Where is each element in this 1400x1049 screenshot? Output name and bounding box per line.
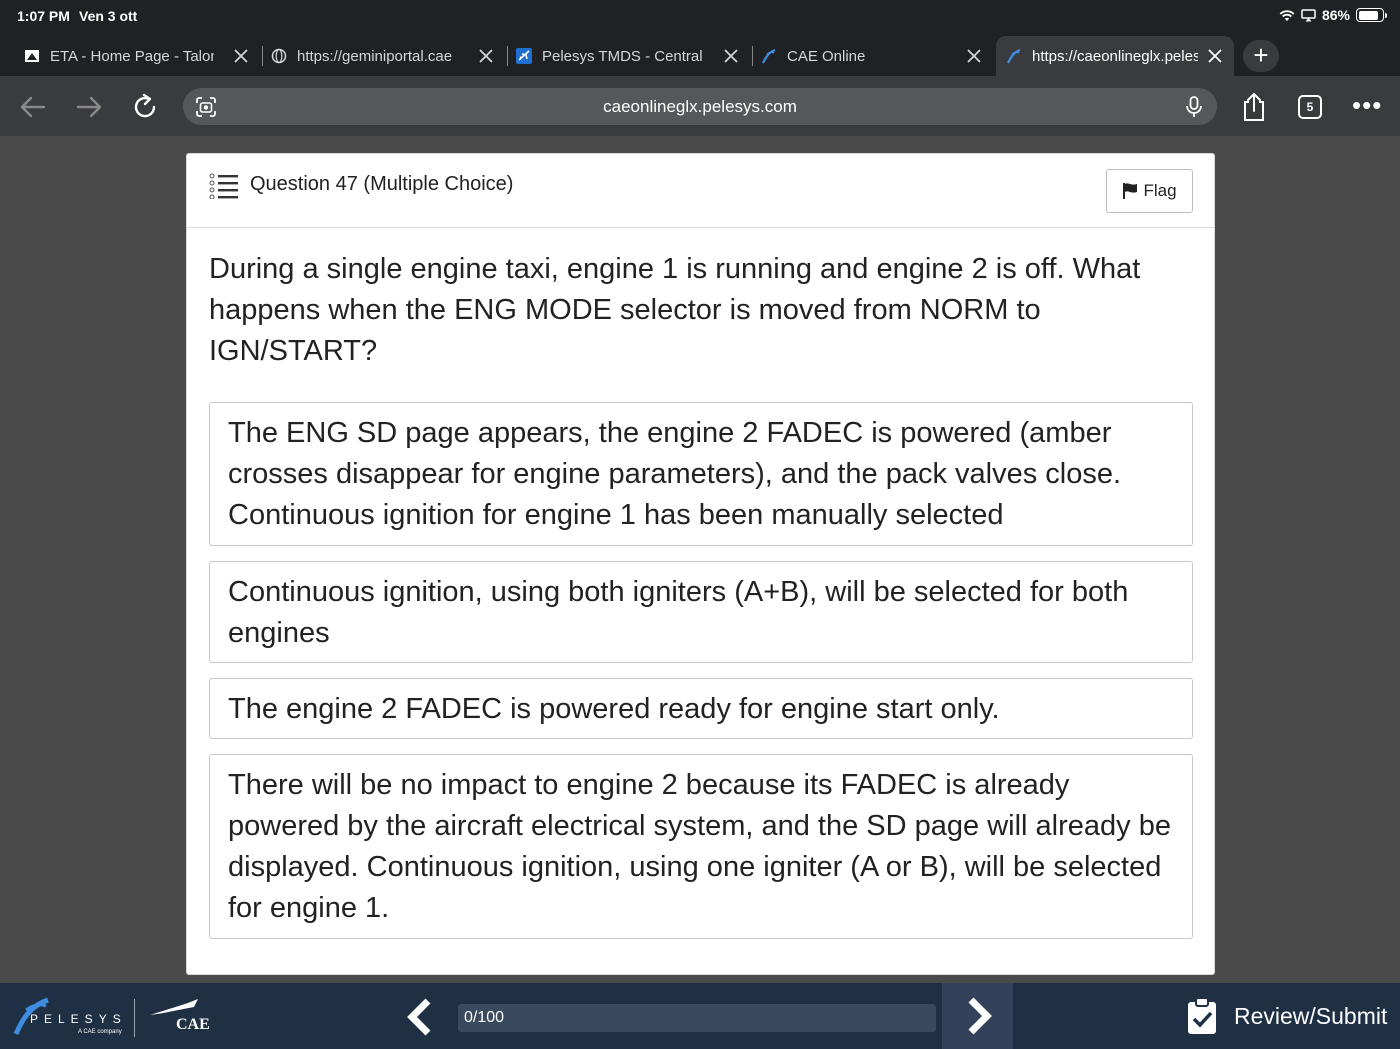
answer-option-2[interactable]: Continuous ignition, using both igniters… bbox=[209, 561, 1193, 663]
tab-pelesys-tmds[interactable]: Pelesys TMDS - Central bbox=[516, 36, 753, 76]
address-bar[interactable]: caeonlineglx.pelesys.com bbox=[183, 88, 1217, 125]
tab-title: ETA - Home Page - Talon bbox=[50, 47, 214, 65]
cae-wordmark: CAE bbox=[176, 1016, 210, 1033]
tab-eta-home[interactable]: ETA - Home Page - Talon bbox=[24, 36, 263, 76]
new-tab-button[interactable]: + bbox=[1243, 40, 1279, 72]
tab-divider bbox=[506, 46, 508, 66]
answer-option-3[interactable]: The engine 2 FADEC is powered ready for … bbox=[209, 678, 1193, 739]
question-header: Question 47 (Multiple Choice) Flag bbox=[187, 154, 1214, 228]
previous-question-button[interactable] bbox=[400, 995, 440, 1039]
status-time: 1:07 PM bbox=[17, 8, 70, 24]
flag-button[interactable]: Flag bbox=[1106, 169, 1193, 213]
close-icon[interactable] bbox=[963, 45, 985, 67]
pelesys-wordmark: PELESYS bbox=[30, 1012, 127, 1026]
battery-icon bbox=[1356, 8, 1387, 22]
tab-cae-online[interactable]: CAE Online bbox=[761, 36, 993, 76]
close-icon[interactable] bbox=[230, 45, 252, 67]
cae-logo: CAE bbox=[148, 997, 212, 1037]
tab-divider bbox=[751, 46, 753, 66]
pelesys-icon bbox=[761, 48, 777, 64]
question-card: Question 47 (Multiple Choice) Flag Durin… bbox=[186, 153, 1215, 975]
pelesys-tagline: A CAE company bbox=[78, 1029, 122, 1035]
close-icon[interactable] bbox=[475, 45, 497, 67]
tab-count-button[interactable]: 5 bbox=[1298, 95, 1322, 119]
question-list-icon[interactable] bbox=[209, 173, 239, 199]
cae-swoosh-icon bbox=[150, 999, 198, 1015]
review-submit-button[interactable]: Review/Submit bbox=[1180, 983, 1400, 1049]
home-page-icon bbox=[24, 48, 40, 64]
logo-divider bbox=[134, 999, 135, 1037]
tab-title: CAE Online bbox=[787, 47, 866, 65]
forward-arrow-icon[interactable] bbox=[74, 92, 104, 122]
clipboard-check-icon bbox=[1188, 997, 1216, 1034]
tab-caeonlineglx[interactable]: https://caeonlineglx.pelesys.com bbox=[996, 36, 1234, 76]
browser-chrome: 1:07 PM Ven 3 ott 86% ETA - Home Page - … bbox=[0, 0, 1400, 136]
tab-strip: ETA - Home Page - Talon https://geminipo… bbox=[0, 36, 1400, 76]
answer-option-4[interactable]: There will be no impact to engine 2 beca… bbox=[209, 754, 1193, 939]
back-arrow-icon[interactable] bbox=[18, 92, 48, 122]
url-text: caeonlineglx.pelesys.com bbox=[603, 97, 797, 116]
close-icon[interactable] bbox=[720, 45, 742, 67]
status-icons: 86% bbox=[1279, 7, 1387, 23]
flag-label: Flag bbox=[1143, 181, 1177, 200]
tab-geminiportal[interactable]: https://geminiportal.cae bbox=[271, 36, 508, 76]
progress-label: 0/100 bbox=[464, 1009, 505, 1026]
tab-title: Pelesys TMDS - Central bbox=[542, 47, 703, 65]
answer-option-1[interactable]: The ENG SD page appears, the engine 2 FA… bbox=[209, 402, 1193, 546]
reload-icon[interactable] bbox=[130, 92, 160, 122]
chevron-right-icon bbox=[968, 997, 992, 1035]
share-icon[interactable] bbox=[1240, 91, 1268, 123]
tab-title: https://geminiportal.cae bbox=[297, 47, 453, 65]
battery-percent: 86% bbox=[1321, 7, 1350, 23]
airplane-icon bbox=[516, 48, 532, 64]
status-date: Ven 3 ott bbox=[79, 8, 138, 24]
question-text: During a single engine taxi, engine 1 is… bbox=[209, 253, 1141, 367]
exam-footer: PELESYS A CAE company CAE 0/100 Review/S… bbox=[0, 983, 1400, 1049]
flag-icon bbox=[1123, 183, 1138, 199]
tab-divider bbox=[261, 46, 263, 66]
microphone-icon[interactable] bbox=[1183, 95, 1205, 119]
screen-mirror-icon bbox=[1301, 8, 1316, 21]
pelesys-logo: PELESYS A CAE company bbox=[12, 996, 132, 1036]
more-menu-button[interactable]: ••• bbox=[1352, 92, 1382, 118]
pelesys-icon bbox=[1006, 48, 1022, 64]
status-bar: 1:07 PM Ven 3 ott 86% bbox=[0, 0, 1400, 32]
next-question-button[interactable] bbox=[942, 983, 1013, 1049]
browser-toolbar: caeonlineglx.pelesys.com 5 ••• bbox=[0, 76, 1400, 136]
globe-icon bbox=[271, 48, 287, 64]
question-title: Question 47 (Multiple Choice) bbox=[250, 173, 514, 195]
tab-title: https://caeonlineglx.pelesys.com bbox=[1032, 47, 1198, 65]
progress-bar: 0/100 bbox=[458, 1004, 936, 1032]
review-submit-label: Review/Submit bbox=[1234, 1002, 1388, 1029]
wifi-icon bbox=[1279, 9, 1295, 21]
close-icon[interactable] bbox=[1204, 45, 1226, 67]
